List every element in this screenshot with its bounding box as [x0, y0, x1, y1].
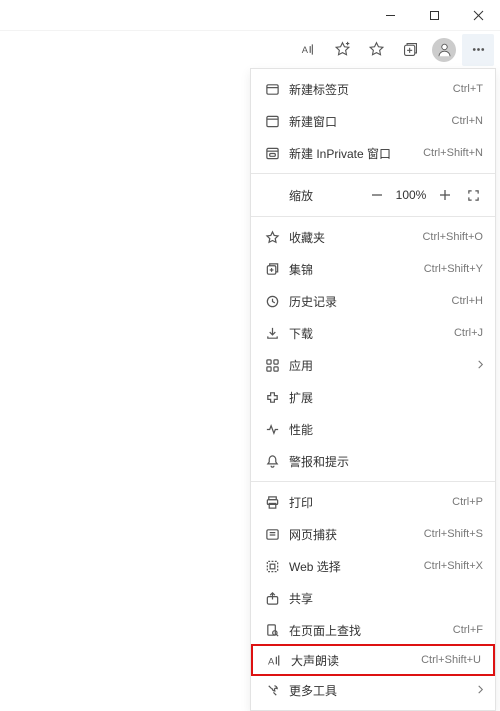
svg-text:A: A	[267, 656, 274, 666]
maximize-button[interactable]	[412, 0, 456, 30]
menu-label: 共享	[283, 590, 483, 607]
menu-new-window[interactable]: 新建窗口 Ctrl+N	[251, 105, 495, 137]
separator	[251, 216, 495, 217]
menu-shortcut: Ctrl+F	[453, 624, 483, 636]
menu-apps[interactable]: 应用	[251, 349, 495, 381]
menu-web-select[interactable]: Web 选择 Ctrl+Shift+X	[251, 550, 495, 582]
favorites-icon	[261, 230, 283, 245]
menu-label: 在页面上查找	[283, 622, 453, 639]
fullscreen-button[interactable]	[459, 181, 487, 209]
menu-shortcut: Ctrl+J	[454, 327, 483, 339]
inprivate-icon	[261, 146, 283, 161]
menu-label: 更多工具	[283, 682, 483, 699]
menu-label: 打印	[283, 494, 452, 511]
zoom-out-button[interactable]	[363, 181, 391, 209]
menu-print[interactable]: 打印 Ctrl+P	[251, 486, 495, 518]
menu-shortcut: Ctrl+Shift+N	[423, 147, 483, 159]
separator	[251, 173, 495, 174]
menu-shortcut: Ctrl+N	[452, 115, 483, 127]
menu-collections[interactable]: 集锦 Ctrl+Shift+Y	[251, 253, 495, 285]
svg-text:A: A	[301, 45, 308, 55]
menu-alerts[interactable]: 警报和提示	[251, 445, 495, 477]
avatar-icon	[432, 38, 456, 62]
menu-new-tab[interactable]: 新建标签页 Ctrl+T	[251, 73, 495, 105]
extensions-icon	[261, 390, 283, 405]
menu-inprivate[interactable]: 新建 InPrivate 窗口 Ctrl+Shift+N	[251, 137, 495, 169]
window-controls	[0, 0, 500, 30]
web-select-icon	[261, 559, 283, 574]
read-aloud-icon: A	[263, 653, 285, 668]
menu-label: 新建标签页	[283, 81, 453, 98]
menu-shortcut: Ctrl+Shift+Y	[424, 263, 483, 275]
menu-favorites[interactable]: 收藏夹 Ctrl+Shift+O	[251, 221, 495, 253]
menu-read-aloud[interactable]: A 大声朗读 Ctrl+Shift+U	[251, 644, 495, 676]
menu-more-tools[interactable]: 更多工具	[251, 674, 495, 706]
menu-label: 新建 InPrivate 窗口	[283, 145, 423, 162]
minimize-button[interactable]	[368, 0, 412, 30]
profile-button[interactable]	[428, 34, 460, 66]
chevron-right-icon	[476, 683, 485, 697]
collections-icon	[261, 262, 283, 277]
menu-label: 集锦	[283, 261, 424, 278]
performance-icon	[261, 422, 283, 437]
menu-label: 网页捕获	[283, 526, 424, 543]
chevron-right-icon	[476, 358, 485, 372]
menu-shortcut: Ctrl+Shift+O	[422, 231, 483, 243]
print-icon	[261, 495, 283, 510]
new-window-icon	[261, 114, 283, 129]
collections-button[interactable]	[394, 34, 426, 66]
toolbar: A	[0, 30, 500, 68]
menu-shortcut: Ctrl+Shift+X	[424, 560, 483, 572]
share-icon	[261, 591, 283, 606]
menu-shortcut: Ctrl+T	[453, 83, 483, 95]
more-button[interactable]	[462, 34, 494, 66]
menu-label: 大声朗读	[285, 652, 421, 669]
menu-label: 性能	[283, 421, 483, 438]
zoom-in-button[interactable]	[431, 181, 459, 209]
menu-share[interactable]: 共享	[251, 582, 495, 614]
menu-history[interactable]: 历史记录 Ctrl+H	[251, 285, 495, 317]
zoom-label: 缩放	[289, 187, 363, 204]
more-tools-icon	[261, 683, 283, 698]
menu-web-capture[interactable]: 网页捕获 Ctrl+Shift+S	[251, 518, 495, 550]
menu-shortcut: Ctrl+Shift+S	[424, 528, 483, 540]
bell-icon	[261, 454, 283, 469]
find-icon	[261, 623, 283, 638]
menu-downloads[interactable]: 下载 Ctrl+J	[251, 317, 495, 349]
apps-icon	[261, 358, 283, 373]
menu-zoom: 缩放 100%	[251, 178, 495, 212]
menu-shortcut: Ctrl+H	[452, 295, 483, 307]
favorites-button[interactable]	[360, 34, 392, 66]
menu-label: 新建窗口	[283, 113, 452, 130]
read-aloud-toolbar-button[interactable]: A	[292, 34, 324, 66]
menu-performance[interactable]: 性能	[251, 413, 495, 445]
menu-extensions[interactable]: 扩展	[251, 381, 495, 413]
settings-menu: 新建标签页 Ctrl+T 新建窗口 Ctrl+N 新建 InPrivate 窗口…	[250, 68, 496, 711]
zoom-value: 100%	[391, 188, 431, 202]
menu-label: 扩展	[283, 389, 483, 406]
downloads-icon	[261, 326, 283, 341]
menu-shortcut: Ctrl+P	[452, 496, 483, 508]
menu-label: 应用	[283, 357, 483, 374]
menu-label: 下载	[283, 325, 454, 342]
menu-label: 历史记录	[283, 293, 452, 310]
menu-label: Web 选择	[283, 558, 424, 575]
history-icon	[261, 294, 283, 309]
separator	[251, 481, 495, 482]
menu-label: 警报和提示	[283, 453, 483, 470]
add-favorite-button[interactable]	[326, 34, 358, 66]
web-capture-icon	[261, 527, 283, 542]
close-button[interactable]	[456, 0, 500, 30]
menu-find-on-page[interactable]: 在页面上查找 Ctrl+F	[251, 614, 495, 646]
menu-shortcut: Ctrl+Shift+U	[421, 654, 481, 666]
new-tab-icon	[261, 82, 283, 97]
menu-label: 收藏夹	[283, 229, 422, 246]
